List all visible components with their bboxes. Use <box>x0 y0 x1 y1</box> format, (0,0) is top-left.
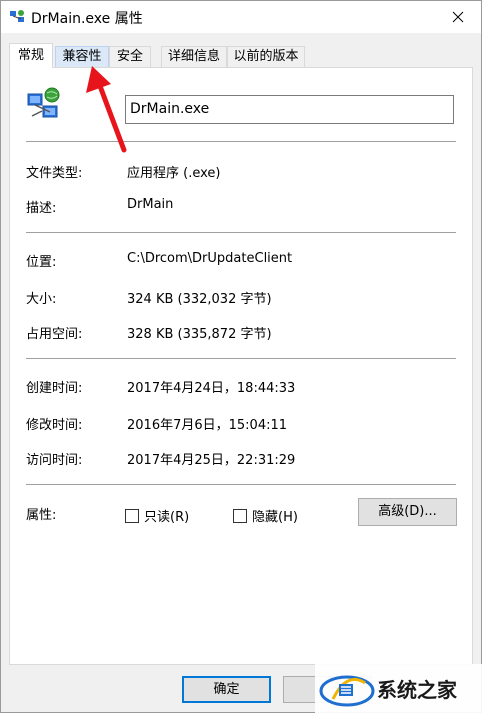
created-label: 创建时间: <box>26 381 83 396</box>
hidden-checkbox[interactable]: 隐藏(H) <box>233 506 298 525</box>
description-value: DrMain <box>127 197 174 212</box>
tab-security[interactable]: 安全 <box>109 46 151 67</box>
size-on-disk-value: 328 KB (335,872 字节) <box>127 327 272 342</box>
location-label: 位置: <box>26 255 57 270</box>
file-type-label: 文件类型: <box>26 166 83 181</box>
watermark-text: 系统之家 <box>377 678 457 702</box>
properties-window: DrMain.exe 属性 常规 兼容性 安全 详细信息 以前的版本 DrMai… <box>0 0 482 713</box>
size-label: 大小: <box>26 292 57 307</box>
general-panel: DrMain.exe 文件类型: 应用程序 (.exe) 描述: DrMain … <box>9 67 473 665</box>
size-value: 324 KB (332,032 字节) <box>127 292 272 307</box>
divider <box>26 141 456 142</box>
size-on-disk-label: 占用空间: <box>26 327 83 342</box>
tab-details[interactable]: 详细信息 <box>161 46 227 67</box>
tab-general-label: 常规 <box>17 48 44 63</box>
tab-previous-versions[interactable]: 以前的版本 <box>227 46 305 67</box>
watermark: 系统之家 <box>315 664 482 713</box>
tab-previous-versions-label: 以前的版本 <box>233 49 299 64</box>
tab-general[interactable]: 常规 <box>9 43 53 68</box>
network-app-icon <box>10 10 24 22</box>
created-value: 2017年4月24日，18:44:33 <box>127 381 296 396</box>
checkbox-box <box>125 508 139 523</box>
checkbox-box <box>233 508 247 523</box>
close-icon <box>452 11 464 23</box>
divider <box>26 232 456 233</box>
window-title: DrMain.exe 属性 <box>31 11 143 27</box>
advanced-button[interactable]: 高级(D)... <box>358 498 457 526</box>
file-type-value: 应用程序 (.exe) <box>127 166 221 181</box>
modified-label: 修改时间: <box>26 418 83 433</box>
attributes-label: 属性: <box>26 508 57 523</box>
tab-security-label: 安全 <box>116 49 143 64</box>
readonly-checkbox[interactable]: 只读(R) <box>125 506 189 525</box>
readonly-label: 只读(R) <box>144 510 190 525</box>
accessed-label: 访问时间: <box>26 453 83 468</box>
network-app-icon <box>27 87 60 118</box>
watermark-logo-icon <box>319 675 375 706</box>
tab-compatibility-label: 兼容性 <box>62 49 102 64</box>
divider <box>26 484 456 485</box>
ok-button-label: 确定 <box>213 682 240 697</box>
file-name-field[interactable]: DrMain.exe <box>125 95 454 124</box>
location-value: C:\Drcom\DrUpdateClient <box>127 251 293 266</box>
file-name-text: DrMain.exe <box>130 101 210 117</box>
tab-compatibility[interactable]: 兼容性 <box>55 46 109 67</box>
accessed-value: 2017年4月25日，22:31:29 <box>127 453 296 468</box>
hidden-label: 隐藏(H) <box>252 510 298 525</box>
advanced-button-label: 高级(D)... <box>378 504 437 519</box>
close-button[interactable] <box>435 1 481 33</box>
modified-value: 2016年7月6日，15:04:11 <box>127 418 288 433</box>
tab-details-label: 详细信息 <box>167 49 220 64</box>
title-bar: DrMain.exe 属性 <box>1 1 481 33</box>
description-label: 描述: <box>26 201 57 216</box>
divider <box>26 358 456 359</box>
ok-button[interactable]: 确定 <box>182 676 271 703</box>
